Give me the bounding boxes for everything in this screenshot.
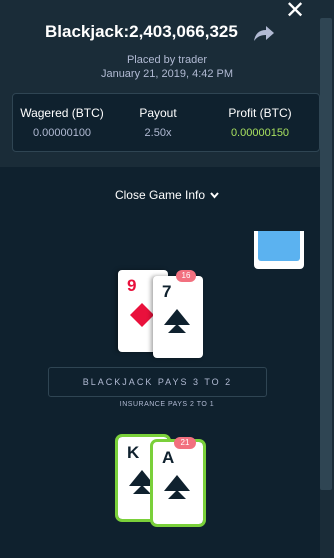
toggle-label: Close Game Info [114,188,206,202]
profit-stat: Profit (BTC) 0.00000150 [219,106,301,139]
card-back-face [258,231,300,261]
bet-stats-panel: Wagered (BTC) 0.00000100 Payout 2.50x Pr… [12,93,320,152]
chevron-down-icon [210,188,219,202]
bet-title: Blackjack:2,403,066,325 [45,22,238,41]
card-rank: 7 [162,282,172,301]
profit-label: Profit (BTC) [228,106,292,120]
card-rank: 9 [127,276,137,295]
dealer-card-2: 7 [153,276,203,358]
payout-value: 2.50x [144,127,172,139]
player-card-2: A [150,439,206,527]
card-rank: K [127,443,140,462]
dealer-card-back [254,231,304,269]
blackjack-pays-banner: BLACKJACK PAYS 3 TO 2 [48,367,267,397]
wagered-value: 0.00000100 [32,127,92,139]
bet-date: January 21, 2019, 4:42 PM [100,68,234,80]
placed-by-text: Placed by trader [126,54,208,66]
wagered-stat: Wagered (BTC) 0.00000100 [19,106,105,139]
scrollbar-thumb[interactable] [320,18,332,490]
card-rank: A [162,448,175,467]
dealer-score-badge: 16 [176,270,196,282]
player-score-badge: 21 [174,437,196,449]
close-game-info-toggle[interactable]: Close Game Info [0,188,334,202]
wagered-label: Wagered (BTC) [20,106,104,120]
spade-suit-icon [164,475,190,499]
close-button[interactable]: ✕ [284,0,306,23]
payout-label: Payout [139,106,177,120]
payout-stat: Payout 2.50x [123,106,193,139]
insurance-pays-text: INSURANCE PAYS 2 TO 1 [119,401,215,408]
share-icon[interactable] [253,24,275,42]
bet-header: ✕ Blackjack:2,403,066,325 Placed by trad… [0,0,334,167]
profit-value: 0.00000150 [230,127,290,139]
spade-suit-icon [164,309,190,333]
